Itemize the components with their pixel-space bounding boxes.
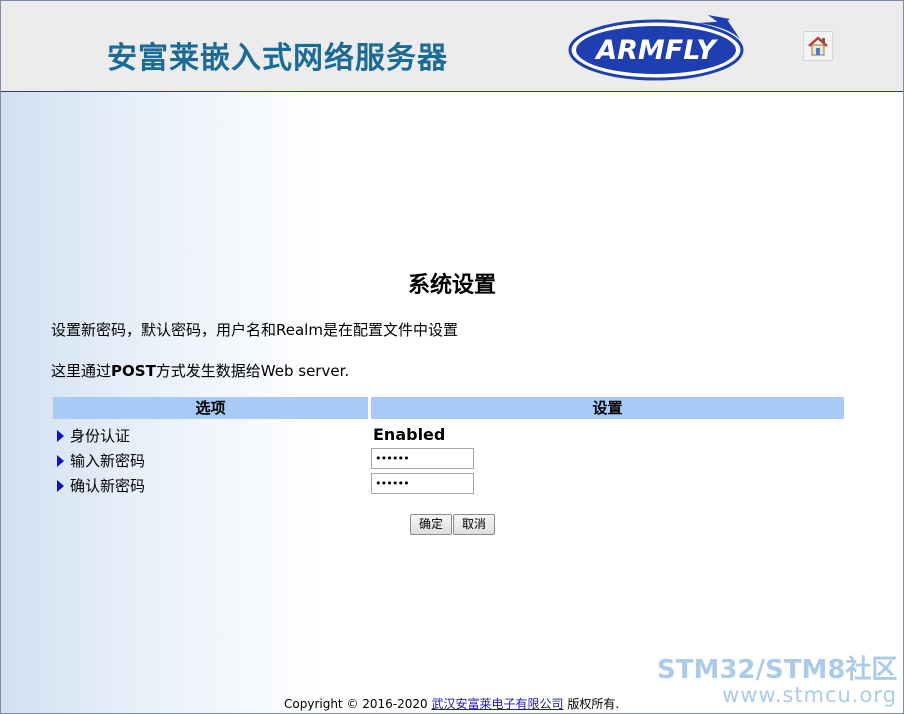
site-title: 安富莱嵌入式网络服务器 <box>107 41 448 76</box>
cancel-button[interactable]: 取消 <box>453 514 495 535</box>
home-icon <box>808 36 828 56</box>
footer-copyright: Copyright © 2016-2020 武汉安富莱电子有限公司 版权所有. <box>284 697 620 711</box>
logo-text: ARMFLY <box>594 35 718 66</box>
ok-button[interactable]: 确定 <box>410 514 452 535</box>
triangle-bullet-icon <box>57 479 64 492</box>
armfly-logo: ARMFLY <box>568 15 744 81</box>
triangle-bullet-icon <box>57 429 64 442</box>
company-link[interactable]: 武汉安富莱电子有限公司 <box>432 697 564 711</box>
triangle-bullet-icon <box>57 454 64 467</box>
watermark: STM32/STM8社区 www.stmcu.org <box>657 656 897 706</box>
confirm-password-input[interactable]: •••••• <box>371 473 474 494</box>
site-header: 安富莱嵌入式网络服务器 ARMFLY <box>1 1 903 92</box>
table-header-setting: 设置 <box>371 397 844 419</box>
auth-status-value: Enabled <box>373 425 446 444</box>
browser-page: 安富莱嵌入式网络服务器 ARMFLY 系统设置 设置新密码，默认密码，用户名和R… <box>0 0 904 714</box>
home-button[interactable] <box>803 31 833 61</box>
table-row-new-password-label: 输入新密码 <box>57 450 145 471</box>
watermark-line-2: www.stmcu.org <box>722 683 897 707</box>
page-title: 系统设置 <box>407 273 496 298</box>
new-password-input[interactable]: •••••• <box>371 448 474 469</box>
description-line-2: 这里通过POST方式发生数据给Web server. <box>51 362 350 380</box>
table-row-auth-label: 身份认证 <box>57 425 130 446</box>
description-line-1: 设置新密码，默认密码，用户名和Realm是在配置文件中设置 <box>51 321 458 339</box>
table-row-confirm-password-label: 确认新密码 <box>57 475 145 496</box>
watermark-line-1: STM32/STM8社区 <box>657 655 898 685</box>
table-header-option: 选项 <box>53 397 368 419</box>
